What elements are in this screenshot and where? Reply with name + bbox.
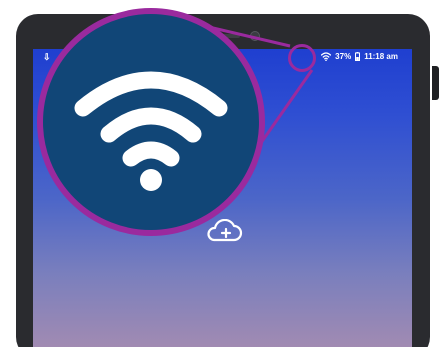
wifi-icon	[74, 71, 228, 191]
magnified-callout	[37, 8, 265, 236]
tablet-illustration: ⇩ 37% 11:18 am	[0, 0, 446, 347]
highlight-ring	[288, 44, 316, 72]
